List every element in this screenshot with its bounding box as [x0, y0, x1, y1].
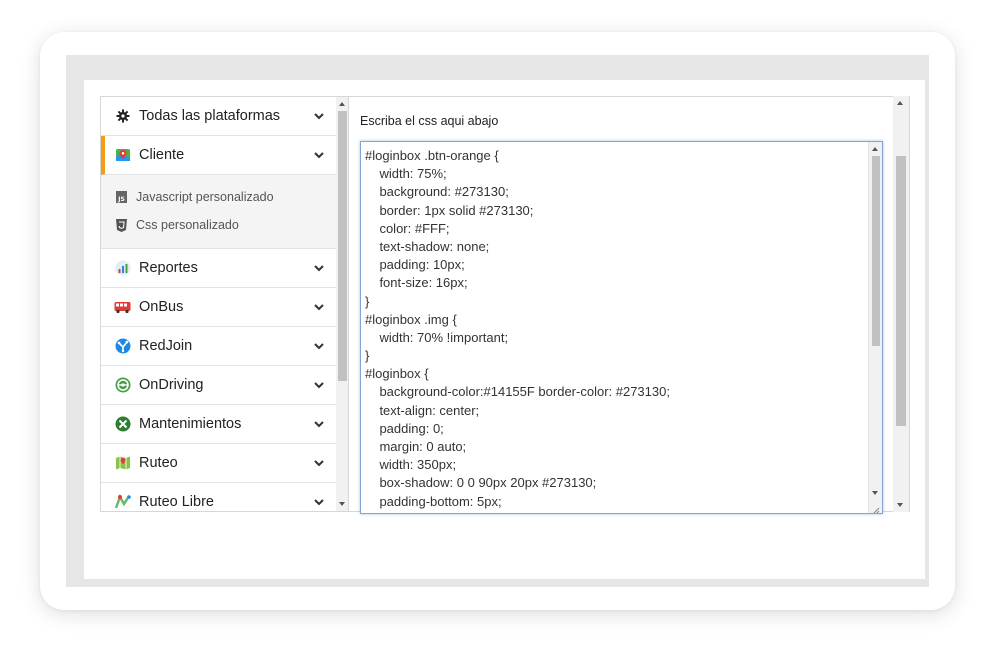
code-line: #loginbox .btn-orange { — [365, 148, 499, 163]
scroll-up-arrow-icon[interactable] — [897, 101, 903, 105]
chevron-down-icon — [310, 151, 328, 159]
css3-icon — [115, 218, 127, 232]
css-code-editor[interactable]: #loginbox .btn-orange { width: 75%; back… — [360, 141, 883, 514]
sidebar-item-reportes[interactable]: Reportes — [101, 249, 336, 288]
code-line: } — [365, 293, 370, 309]
code-line: background: #273130; — [365, 184, 509, 200]
sidebar-item-ruteo[interactable]: Ruteo — [101, 444, 336, 483]
code-line: #loginbox { — [365, 366, 429, 382]
sidebar-item-ondriving[interactable]: OnDriving — [101, 366, 336, 405]
scroll-down-arrow-icon[interactable] — [872, 491, 878, 495]
submenu-item-css[interactable]: Css personalizado — [101, 211, 336, 239]
sidebar-item-redjoin[interactable]: RedJoin — [101, 327, 336, 366]
scroll-up-arrow-icon[interactable] — [339, 102, 345, 106]
code-line: #loginbox .img { — [365, 311, 457, 327]
sidebar-item-todas-las-plataformas[interactable]: Todas las plataformas — [101, 97, 336, 136]
chevron-down-icon — [310, 264, 328, 272]
bar-chart-icon — [114, 260, 131, 277]
code-line: text-shadow: none; — [365, 238, 490, 254]
map-pin-icon — [114, 147, 131, 164]
sidebar-item-label: OnDriving — [139, 377, 204, 393]
submenu-item-javascript[interactable]: JS Javascript personalizado — [101, 183, 336, 211]
sidebar-item-label: Ruteo Libre — [139, 494, 214, 510]
submenu-item-label: Css personalizado — [136, 218, 239, 232]
resize-grip-icon[interactable] — [871, 502, 880, 513]
scroll-down-arrow-icon[interactable] — [339, 502, 345, 506]
chevron-down-icon — [310, 420, 328, 428]
editor-scroll-thumb[interactable] — [872, 156, 880, 346]
sidebar-item-cliente[interactable]: Cliente — [101, 136, 336, 175]
page-scrollbar[interactable] — [893, 96, 909, 512]
sidebar-item-ruteo-libre[interactable]: Ruteo Libre — [101, 483, 336, 511]
code-line: width: 75%; — [365, 166, 447, 182]
sidebar-item-label: RedJoin — [139, 338, 193, 354]
route-icon — [114, 494, 131, 511]
chevron-down-icon — [310, 381, 328, 389]
code-line: color: #FFF; — [365, 220, 450, 236]
steering-wheel-icon — [114, 377, 131, 394]
chevron-down-icon — [310, 459, 328, 467]
code-line: font-size: 16px; — [365, 275, 468, 291]
chevron-down-icon — [310, 342, 328, 350]
sidebar-item-label: Ruteo — [139, 455, 178, 471]
sidebar-item-label: Todas las plataformas — [139, 108, 281, 124]
code-line: text-align: center; — [365, 402, 480, 418]
chevron-down-icon — [310, 112, 328, 120]
network-icon — [114, 338, 131, 355]
code-line: width: 70% !important; — [365, 329, 509, 345]
sidebar: Todas las plataformas Cliente JS Javascr… — [100, 96, 336, 512]
chevron-down-icon — [310, 303, 328, 311]
code-line: width: 350px; — [365, 457, 457, 473]
svg-text:JS: JS — [117, 196, 125, 203]
gear-icon — [114, 108, 131, 125]
css-editor-panel: Escriba el css aqui abajo #loginbox .btn… — [349, 96, 910, 514]
chevron-down-icon — [310, 498, 328, 506]
sidebar-item-label: Cliente — [139, 147, 185, 163]
code-line: } — [365, 348, 370, 364]
submenu-item-label: Javascript personalizado — [136, 190, 274, 204]
bus-icon — [114, 299, 131, 316]
cliente-submenu: JS Javascript personalizado Css personal… — [101, 175, 336, 249]
code-line: border: 1px solid #273130; — [365, 202, 534, 218]
code-line: margin: 0 auto; — [365, 439, 467, 454]
sidebar-item-onbus[interactable]: OnBus — [101, 288, 336, 327]
scroll-down-arrow-icon[interactable] — [897, 503, 903, 507]
sidebar-item-mantenimientos[interactable]: Mantenimientos — [101, 405, 336, 444]
sidebar-scroll-thumb[interactable] — [338, 111, 347, 381]
sidebar-item-label: OnBus — [139, 299, 184, 315]
code-line: padding-bottom: 5px; — [365, 493, 502, 509]
page-scroll-thumb[interactable] — [896, 156, 906, 426]
wrench-icon — [114, 416, 131, 433]
sidebar-scrollbar[interactable] — [336, 96, 349, 512]
code-content[interactable]: #loginbox .btn-orange { width: 75%; back… — [361, 147, 882, 511]
code-line: padding: 10px; — [365, 257, 465, 273]
sidebar-item-label: Mantenimientos — [139, 416, 242, 432]
js-file-icon: JS — [115, 191, 127, 204]
map-icon — [114, 455, 131, 472]
editor-label: Escriba el css aqui abajo — [360, 114, 499, 128]
editor-scrollbar[interactable] — [868, 142, 882, 513]
sidebar-item-label: Reportes — [139, 260, 198, 276]
scroll-up-arrow-icon[interactable] — [872, 147, 878, 151]
code-line: box-shadow: 0 0 90px 20px #273130; — [365, 475, 597, 491]
code-line: padding: 0; — [365, 420, 444, 436]
code-line: background-color:#14155F border-color: #… — [365, 384, 670, 400]
